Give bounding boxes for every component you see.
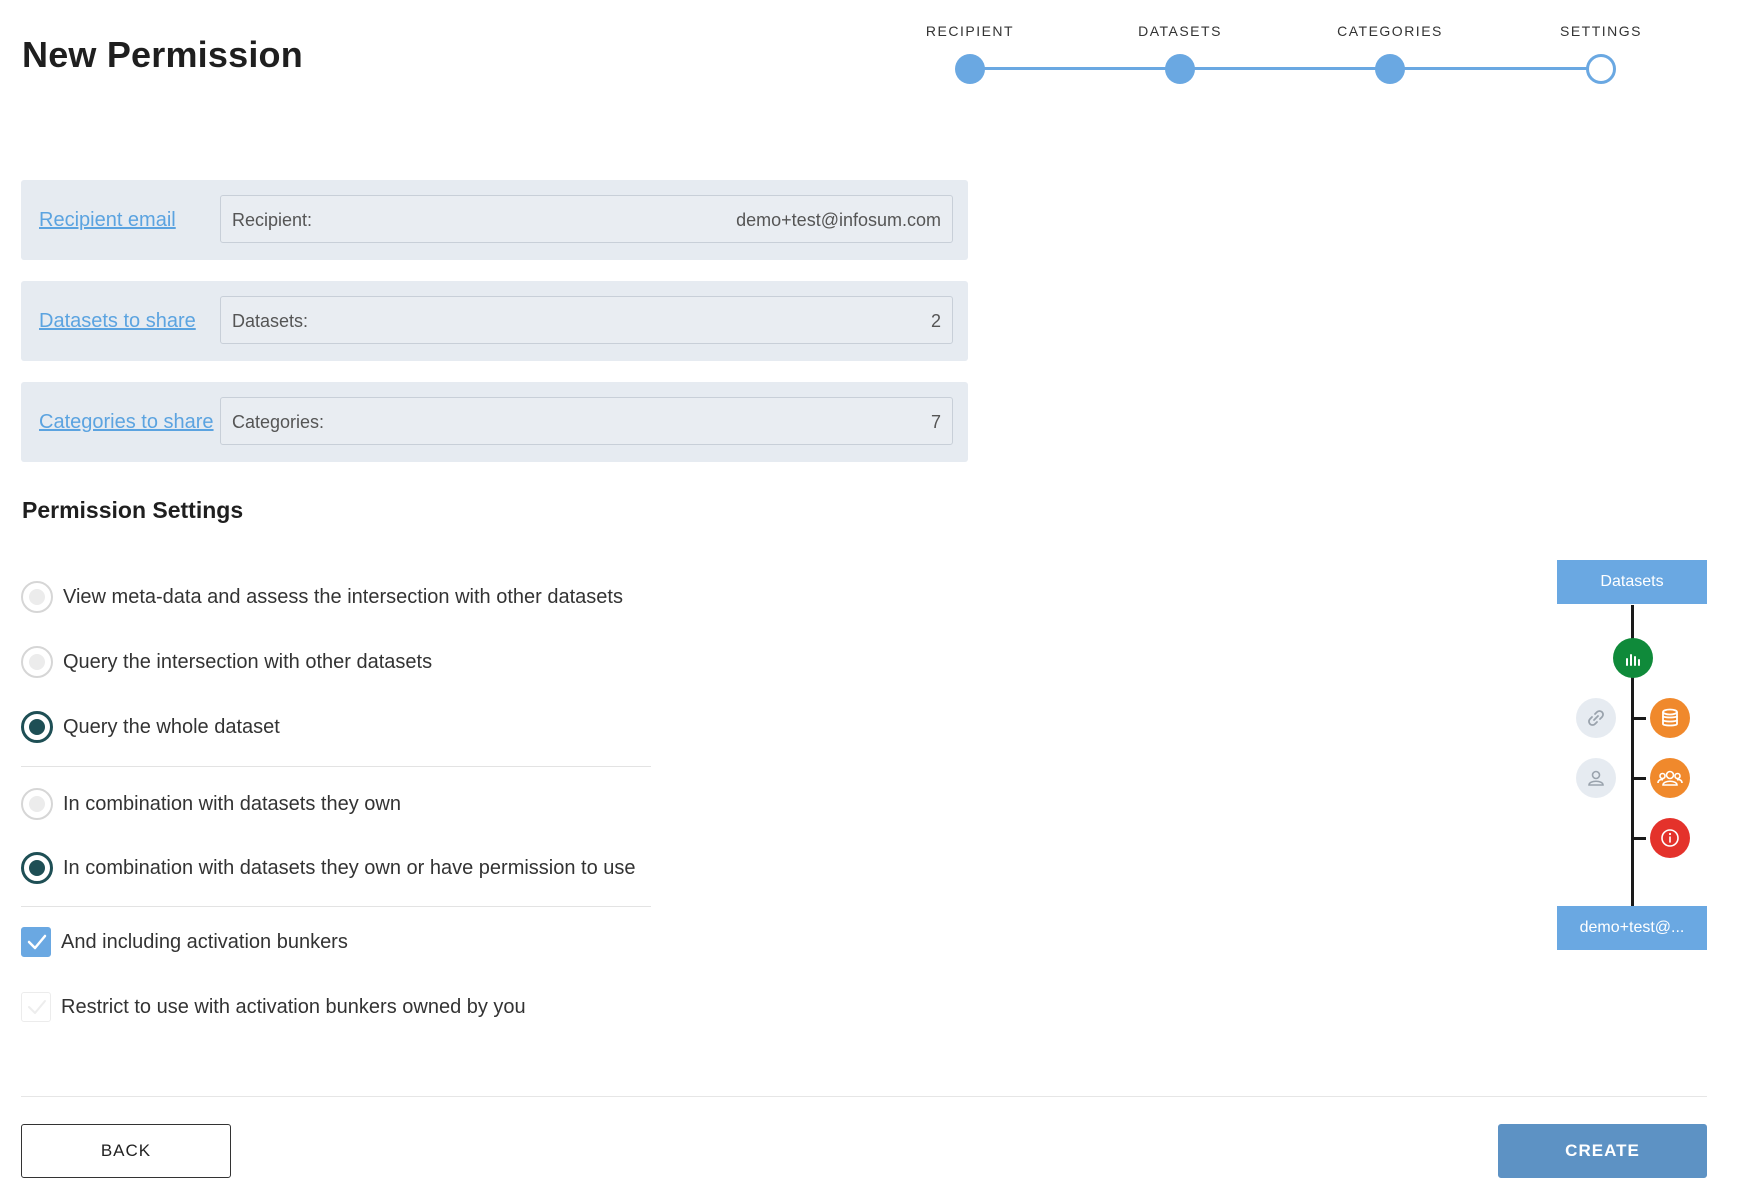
permission-settings-title: Permission Settings [22,497,244,523]
diagram-recipient-box: demo+test@... [1557,906,1707,950]
field-label: Datasets: [232,311,309,331]
option-query-intersection[interactable]: Query the intersection with other datase… [21,645,432,679]
create-button[interactable]: CREATE [1498,1124,1707,1178]
check-icon [28,1000,46,1014]
step-dot-complete [1165,54,1195,84]
step-dot-complete [955,54,985,84]
option-view-metadata[interactable]: View meta-data and assess the intersecti… [21,580,623,614]
radio-view-metadata[interactable] [21,581,53,613]
radio-query-whole-dataset[interactable] [21,711,53,743]
option-label: Restrict to use with activation bunkers … [61,995,526,1018]
recipient-email-link[interactable]: Recipient email [39,180,176,260]
recipient-summary-row: Recipient email Recipient: demo+test@inf… [21,180,968,260]
step-label: SETTINGS [1559,23,1642,39]
categories-field: Categories: 7 [220,397,953,445]
field-label: Recipient: [232,210,313,230]
checkbox-restrict-own-bunkers[interactable] [21,992,51,1022]
option-label: In combination with datasets they own [63,792,401,815]
datasets-field: Datasets: 2 [220,296,953,344]
step-settings[interactable]: SETTINGS [1541,20,1661,84]
option-label: In combination with datasets they own or… [63,856,636,879]
diagram-tick [1634,777,1646,780]
datasets-to-share-link[interactable]: Datasets to share [39,281,196,361]
option-combination-own-or-permission[interactable]: In combination with datasets they own or… [21,851,636,885]
diagram-datasets-box: Datasets [1557,560,1707,604]
field-value: demo+test@infosum.com [736,210,941,230]
radio-query-intersection[interactable] [21,646,53,678]
option-label: And including activation bunkers [61,930,348,953]
footer-divider [21,1096,1707,1097]
radio-combination-own-or-permission[interactable] [21,852,53,884]
datasets-summary-row: Datasets to share Datasets: 2 [21,281,968,361]
radio-combination-own[interactable] [21,788,53,820]
database-icon [1650,698,1690,738]
categories-summary-row: Categories to share Categories: 7 [21,382,968,462]
group-icon [1650,758,1690,798]
step-dot-complete [1375,54,1405,84]
info-icon [1650,818,1690,858]
field-value: 7 [930,412,941,432]
stepper-line [970,67,1600,70]
step-label: RECIPIENT [925,23,1015,39]
check-icon [27,934,47,950]
progress-stepper: RECIPIENT DATASETS CATEGORIES SETTINGS [925,20,1641,90]
checkbox-include-activation-bunkers[interactable] [21,927,51,957]
option-query-whole-dataset[interactable]: Query the whole dataset [21,710,280,744]
option-restrict-own-bunkers[interactable]: Restrict to use with activation bunkers … [21,990,526,1024]
step-dot-current [1586,54,1616,84]
back-button[interactable]: BACK [21,1124,231,1178]
field-label: Categories: [232,412,325,432]
link-icon [1576,698,1616,738]
step-label: DATASETS [1138,23,1222,39]
settings-divider [21,906,651,907]
step-label: CATEGORIES [1337,23,1443,39]
option-label: Query the whole dataset [63,715,280,738]
option-label: View meta-data and assess the intersecti… [63,585,623,608]
option-combination-own[interactable]: In combination with datasets they own [21,787,401,821]
step-categories[interactable]: CATEGORIES [1330,20,1450,84]
categories-to-share-link[interactable]: Categories to share [39,382,214,462]
bar-chart-icon [1613,638,1653,678]
field-value: 2 [930,311,941,331]
settings-divider [21,766,651,767]
step-recipient[interactable]: RECIPIENT [910,20,1030,84]
step-datasets[interactable]: DATASETS [1120,20,1240,84]
option-include-activation-bunkers[interactable]: And including activation bunkers [21,925,348,959]
page-title: New Permission [22,34,303,75]
user-icon [1576,758,1616,798]
diagram-tick [1634,837,1646,840]
recipient-field: Recipient: demo+test@infosum.com [220,195,953,243]
option-label: Query the intersection with other datase… [63,650,433,673]
diagram-tick [1634,717,1646,720]
